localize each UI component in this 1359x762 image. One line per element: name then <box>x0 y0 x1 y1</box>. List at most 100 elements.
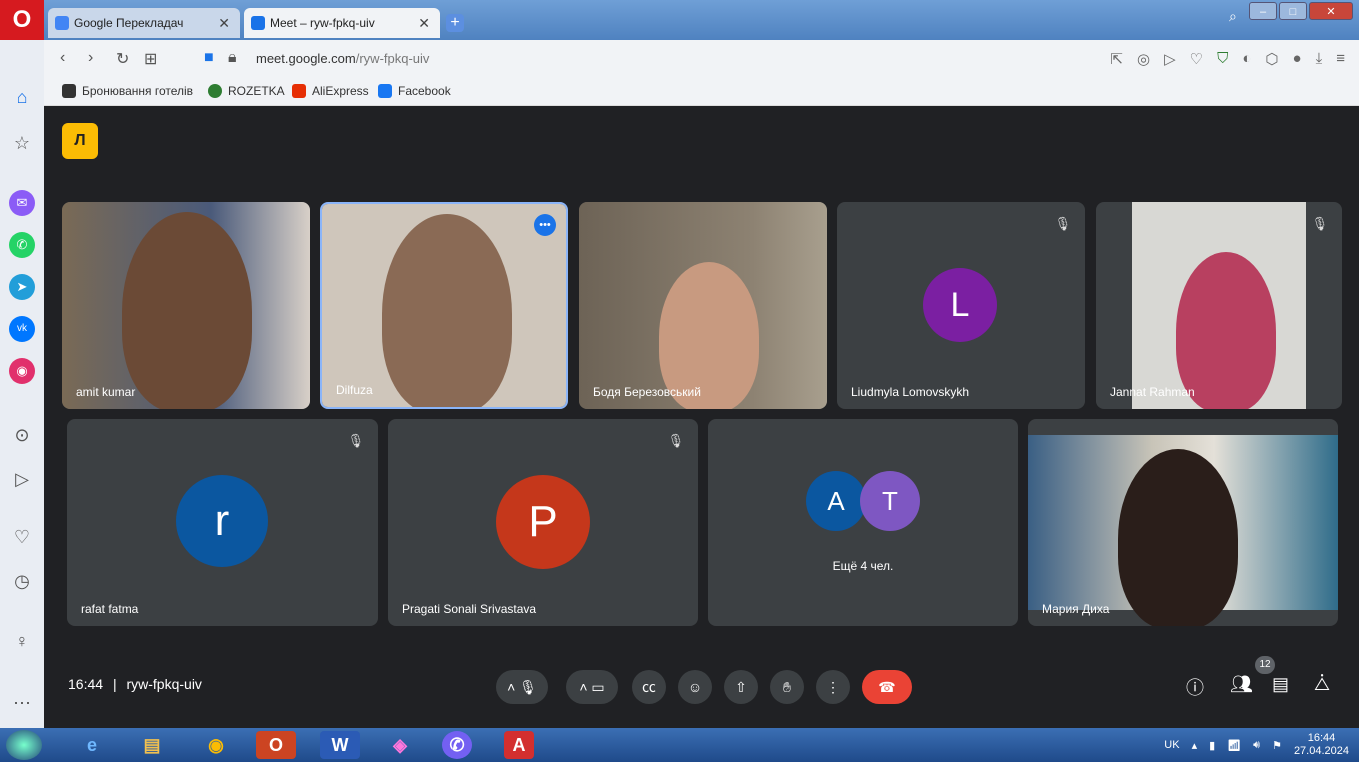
cube-icon[interactable]: ⬡ <box>1265 50 1278 68</box>
speed-dial-icon[interactable]: ⊞ <box>144 49 157 69</box>
participant-tile[interactable]: Мария Диха <box>1028 419 1338 626</box>
close-window-button[interactable]: ✕ <box>1309 2 1353 20</box>
participant-name: rafat fatma <box>81 602 139 616</box>
tray-expand-icon[interactable]: ▴ <box>1192 739 1198 752</box>
close-tab-icon[interactable]: ✕ <box>418 8 430 38</box>
meet-stage: Л amit kumar ••• Dilfuza Бодя Березовськ… <box>44 107 1359 728</box>
instagram-icon[interactable]: ◉ <box>9 358 35 384</box>
present-button[interactable]: ⇧ <box>724 670 758 704</box>
download-icon[interactable]: ⤓ <box>1316 50 1323 68</box>
url-field[interactable]: meet.google.com/ryw-fpkq-uiv <box>256 51 429 66</box>
reload-icon[interactable]: ↻ <box>116 49 129 69</box>
camera-button[interactable]: ˄ ▭ <box>566 670 618 704</box>
telegram-icon[interactable]: ➤ <box>9 274 35 300</box>
more-icon[interactable]: ⋯ <box>9 690 35 716</box>
aliexpress-icon <box>292 84 306 98</box>
lock-icon[interactable]: 🔒︎ <box>228 49 237 67</box>
participant-tile[interactable]: 🎙︎ L Liudmyla Lomovskykh <box>837 202 1085 409</box>
messenger-icon[interactable]: ✉ <box>9 190 35 216</box>
mic-off-icon: 🎙︎ <box>667 433 684 448</box>
history-icon[interactable]: ◷ <box>9 568 35 594</box>
reactions-button[interactable]: ☺ <box>678 670 712 704</box>
viber-icon[interactable]: ✆ <box>442 731 472 759</box>
language-indicator[interactable]: UK <box>1164 739 1179 751</box>
participant-avatar-t: T <box>860 471 920 531</box>
chevron-up-icon[interactable]: ˄ <box>579 679 587 695</box>
url-host: meet.google.com <box>256 51 356 66</box>
acrobat-icon[interactable]: A <box>504 731 534 759</box>
meet-tab-icon <box>251 16 265 30</box>
bookmark-hotels[interactable]: Бронювання готелів <box>62 84 193 98</box>
pinboard-heart-icon[interactable]: ♡ <box>9 524 35 550</box>
tips-icon[interactable]: ♀ <box>9 628 35 654</box>
search-tabs-icon[interactable]: ⌕ <box>1229 8 1251 30</box>
vk-icon[interactable]: vk <box>9 316 35 342</box>
people-icon[interactable]: 👥︎ <box>1230 674 1253 695</box>
star-icon[interactable]: ☆ <box>9 130 35 156</box>
share-icon[interactable]: ⇱ <box>1110 50 1123 68</box>
raise-hand-button[interactable]: ✋︎ <box>770 670 804 704</box>
extension-icon[interactable]: ◐ <box>1242 50 1251 68</box>
word-icon[interactable]: W <box>320 731 360 759</box>
forward-icon[interactable]: › <box>88 49 93 67</box>
opera-taskbar-icon[interactable]: O <box>256 731 296 759</box>
internet-explorer-icon[interactable]: e <box>72 731 112 759</box>
new-tab-button[interactable]: + <box>446 14 464 32</box>
address-bar: ‹ › ↻ ⊞ ■ 🔒︎ meet.google.com/ryw-fpkq-ui… <box>44 40 1359 78</box>
participant-tile[interactable]: 🎙︎ P Pragati Sonali Srivastava <box>388 419 698 626</box>
signal-icon[interactable]: 📶︎ <box>1227 739 1241 752</box>
vpn-shield-icon[interactable]: ⛉ <box>1217 50 1228 68</box>
more-options-icon[interactable]: ••• <box>534 214 556 236</box>
tab-google-translate[interactable]: Google Перекладач ✕ <box>48 8 240 38</box>
bookmark-label: Facebook <box>398 84 451 98</box>
participant-tile-active[interactable]: ••• Dilfuza <box>320 202 568 409</box>
more-options-button[interactable]: ⋮ <box>816 670 850 704</box>
home-icon[interactable]: ⌂ <box>9 84 35 110</box>
bookmark-facebook[interactable]: Facebook <box>378 84 451 98</box>
back-icon[interactable]: ‹ <box>60 49 65 67</box>
leave-call-button[interactable]: ☎ <box>862 670 912 704</box>
flow-icon[interactable]: ▷ <box>9 466 35 492</box>
window-controls: – □ ✕ <box>1249 2 1353 20</box>
menu-icon[interactable]: ≡ <box>1336 50 1345 68</box>
close-tab-icon[interactable]: ✕ <box>218 8 230 38</box>
start-button[interactable] <box>6 730 42 760</box>
chevron-up-icon[interactable]: ˄ <box>507 679 515 695</box>
tab-meet[interactable]: Meet – ryw-fpkq-uiv ✕ <box>244 8 440 38</box>
meeting-details-icon[interactable]: ⓘ <box>1186 674 1204 700</box>
participant-tile[interactable]: amit kumar <box>62 202 310 409</box>
flag-icon[interactable]: ⚑ <box>1272 739 1282 752</box>
captions-button[interactable]: ㏄ <box>632 670 666 704</box>
camera-indicator-icon[interactable]: ■ <box>204 49 214 67</box>
bookmark-icon <box>62 84 76 98</box>
volume-icon[interactable]: 🔊︎ <box>1253 739 1260 752</box>
chat-icon[interactable]: ▤ <box>1272 674 1289 695</box>
whatsapp-icon[interactable]: ✆ <box>9 232 35 258</box>
send-icon[interactable]: ▷ <box>1164 50 1176 68</box>
more-participants-tile[interactable]: A T Ещё 4 чел. <box>708 419 1018 626</box>
bookmark-aliexpress[interactable]: AliExpress <box>292 84 369 98</box>
app-eye-icon[interactable]: ◈ <box>380 731 420 759</box>
participant-tile[interactable]: 🎙︎ r rafat fatma <box>67 419 378 626</box>
meet-host-logo[interactable]: Л <box>62 123 98 159</box>
emoji-icon: ☺ <box>687 679 703 695</box>
opera-logo[interactable]: O <box>0 0 44 40</box>
network-icon[interactable]: ▮ <box>1209 739 1215 752</box>
player-icon[interactable]: ⊙ <box>9 422 35 448</box>
profile-icon[interactable]: ● <box>1293 50 1302 68</box>
microphone-button[interactable]: ˄ 🎙︎ <box>496 670 548 704</box>
chrome-icon[interactable]: ◉ <box>196 731 236 759</box>
participant-count-badge: 12 <box>1255 656 1275 674</box>
heart-icon[interactable]: ♡ <box>1190 50 1203 68</box>
activities-icon[interactable]: ⧊ <box>1314 674 1330 695</box>
system-clock[interactable]: 16:44 27.04.2024 <box>1294 732 1349 758</box>
bookmark-label: AliExpress <box>312 84 369 98</box>
file-explorer-icon[interactable]: ▤ <box>132 731 172 759</box>
maximize-button[interactable]: □ <box>1279 2 1307 20</box>
minimize-button[interactable]: – <box>1249 2 1277 20</box>
bookmark-rozetka[interactable]: ROZETKA <box>208 84 285 98</box>
snapshot-icon[interactable]: ◎ <box>1137 50 1150 68</box>
participant-tile[interactable]: Бодя Березовський <box>579 202 827 409</box>
participant-tile[interactable]: 🎙︎ Jannat Rahman <box>1096 202 1342 409</box>
meeting-controls-bar: 16:44 | ryw-fpkq-uiv ˄ 🎙︎ ˄ ▭ ㏄ ☺ ⇧ ✋︎ ⋮… <box>44 648 1359 728</box>
